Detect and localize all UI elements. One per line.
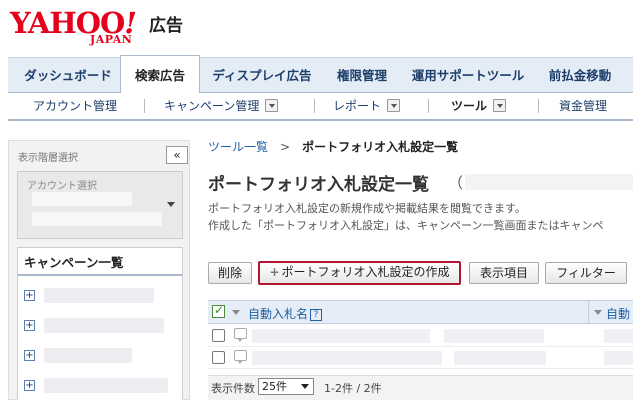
create-portfolio-bid-button[interactable]: + ポートフォリオ入札設定の作成	[258, 261, 461, 285]
account-selector[interactable]: アカウント選択	[17, 171, 183, 239]
redacted-cell	[444, 329, 544, 343]
redacted-campaign-name	[44, 288, 154, 303]
page-description: ポートフォリオ入札設定の新規作成や掲載結果を閲覧できます。	[208, 202, 526, 215]
subtab-campaign-management[interactable]: キャンペーン管理	[164, 93, 279, 119]
table-row	[208, 325, 633, 347]
logo-suffix: 広告	[149, 16, 183, 36]
tab-dashboard[interactable]: ダッシュボード	[16, 58, 120, 93]
subtab-tools[interactable]: ツール	[451, 93, 507, 119]
subtab-divider	[428, 99, 429, 113]
subtab-label: レポート	[333, 99, 382, 113]
subtab-label: ツール	[451, 99, 488, 113]
result-count: 1-2件 / 2件	[324, 382, 382, 395]
redacted-cell	[604, 329, 633, 343]
expand-icon[interactable]: +	[24, 290, 35, 301]
help-icon[interactable]: ?	[310, 309, 323, 321]
redacted-campaign-name	[44, 318, 164, 333]
row-checkbox[interactable]	[212, 351, 225, 364]
pagination-bar: 表示件数 25件 1-2件 / 2件	[208, 375, 633, 400]
main-tabs: ダッシュボード 検索広告 ディスプレイ広告 権限管理 運用サポートツール 前払金…	[8, 55, 633, 94]
redacted-cell	[454, 351, 546, 365]
redacted-cell	[604, 351, 633, 365]
breadcrumb: ツール一覧 > ポートフォリオ入札設定一覧	[208, 138, 458, 155]
hierarchy-panel-title: 表示階層選択	[18, 153, 78, 164]
collapse-panel-button[interactable]: «	[166, 146, 188, 164]
filter-button[interactable]: フィルター	[545, 262, 627, 284]
column-divider	[588, 301, 589, 323]
plus-icon: +	[269, 265, 280, 279]
chevron-down-icon	[167, 202, 175, 207]
breadcrumb-current: ポートフォリオ入札設定一覧	[302, 140, 459, 154]
sub-tabs: アカウント管理 キャンペーン管理 レポート ツール 資金管理	[8, 93, 633, 121]
per-page-label: 表示件数	[211, 382, 255, 395]
delete-button[interactable]: 削除	[208, 262, 252, 284]
redacted-cell	[252, 351, 442, 365]
create-portfolio-bid-label: ポートフォリオ入札設定の作成	[281, 265, 450, 279]
column-header-auto[interactable]: 自動	[606, 305, 630, 322]
redacted-title-info	[465, 174, 633, 190]
select-all-checkbox[interactable]	[212, 303, 225, 318]
subtab-account-management[interactable]: アカウント管理	[33, 93, 117, 119]
redacted-campaign-name	[44, 348, 132, 363]
redacted-cell	[252, 329, 430, 343]
redacted-account-id	[32, 212, 162, 226]
subtab-reports[interactable]: レポート	[333, 93, 401, 119]
tab-search-ads[interactable]: 検索広告	[120, 55, 200, 94]
redacted-campaign-name	[44, 378, 168, 393]
subtab-funds-management[interactable]: 資金管理	[559, 93, 607, 119]
subtab-divider	[314, 99, 315, 113]
column-header-label: 自動入札名	[248, 307, 309, 321]
dropdown-arrow-icon[interactable]	[493, 99, 507, 112]
comment-icon[interactable]	[234, 328, 247, 342]
per-page-select[interactable]: 25件	[258, 378, 314, 395]
table-header: 自動入札名? 自動	[208, 300, 633, 324]
sort-icon[interactable]	[594, 310, 602, 315]
sort-icon[interactable]	[232, 310, 240, 315]
breadcrumb-separator: >	[280, 140, 291, 154]
comment-icon[interactable]	[234, 350, 247, 364]
table-row	[208, 347, 633, 369]
row-checkbox[interactable]	[212, 329, 225, 342]
dropdown-arrow-icon[interactable]	[387, 99, 401, 112]
page-title-paren: （	[448, 174, 464, 192]
expand-icon[interactable]: +	[24, 350, 35, 361]
expand-icon[interactable]: +	[24, 380, 35, 391]
logo-subtext: JAPAN	[90, 33, 133, 46]
dropdown-arrow-icon[interactable]	[265, 99, 279, 112]
subtab-divider	[538, 99, 539, 113]
page-title: ポートフォリオ入札設定一覧	[208, 175, 429, 195]
subtab-divider	[144, 99, 145, 113]
account-selector-label: アカウント選択	[27, 181, 97, 192]
expand-icon[interactable]: +	[24, 320, 35, 331]
tab-permissions[interactable]: 権限管理	[326, 58, 398, 93]
breadcrumb-tools-list-link[interactable]: ツール一覧	[208, 140, 268, 154]
hierarchy-panel: 表示階層選択 « アカウント選択 キャンペーン一覧 + + + +	[8, 140, 190, 400]
page-description: 作成した「ポートフォリオ入札設定」は、キャンペーン一覧画面またはキャンペ	[208, 219, 604, 232]
display-items-button[interactable]: 表示項目	[469, 262, 539, 284]
subtab-label: キャンペーン管理	[164, 99, 260, 113]
yahoo-japan-logo[interactable]: YAHOO! JAPAN 広告	[8, 6, 208, 54]
tab-prepaid-transfer[interactable]: 前払金移動	[538, 58, 622, 93]
tab-display-ads[interactable]: ディスプレイ広告	[204, 58, 320, 93]
campaign-list-header: キャンペーン一覧	[18, 248, 182, 276]
tab-ops-support-tools[interactable]: 運用サポートツール	[404, 58, 532, 93]
column-header-auto-bid-name[interactable]: 自動入札名?	[248, 305, 323, 322]
campaign-list: キャンペーン一覧 + + + +	[17, 247, 183, 400]
redacted-account-name	[32, 192, 132, 206]
